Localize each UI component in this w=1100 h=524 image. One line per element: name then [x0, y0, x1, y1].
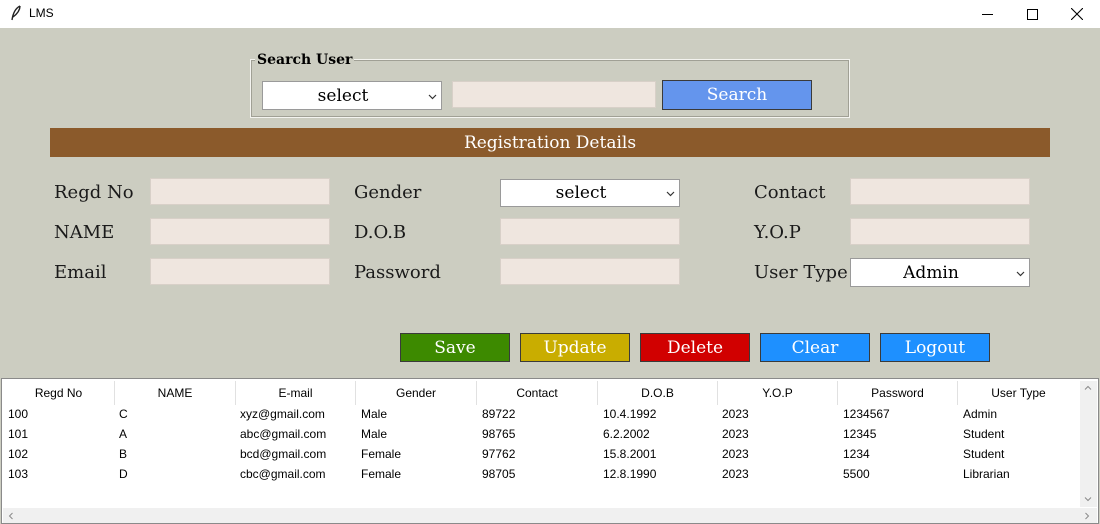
- cell-password: 1234567: [843, 407, 890, 421]
- gender-select[interactable]: select: [500, 179, 680, 207]
- cell-email: bcd@gmail.com: [240, 447, 327, 461]
- save-button[interactable]: Save: [400, 333, 510, 362]
- update-button[interactable]: Update: [520, 333, 630, 362]
- search-button[interactable]: Search: [662, 80, 812, 110]
- title-bar: LMS: [0, 0, 1100, 28]
- feather-icon: [11, 5, 21, 21]
- cell-gender: Female: [361, 467, 402, 481]
- yop-label: Y.O.P: [754, 222, 801, 243]
- user-type-value: Admin: [903, 262, 959, 283]
- chevron-down-icon: [1016, 271, 1025, 276]
- cell-user-type: Student: [963, 427, 1005, 441]
- cell-gender: Female: [361, 447, 402, 461]
- clear-button[interactable]: Clear: [760, 333, 870, 362]
- cell-dob: 12.8.1990: [603, 467, 657, 481]
- minimize-button[interactable]: [964, 0, 1010, 28]
- close-icon: [1071, 8, 1083, 20]
- table-row[interactable]: 103 D cbc@gmail.com Female 98705 12.8.19…: [3, 465, 1079, 485]
- cell-name: D: [119, 467, 128, 481]
- close-button[interactable]: [1054, 0, 1100, 28]
- column-header-contact[interactable]: Contact: [477, 381, 598, 405]
- user-type-label: User Type: [754, 262, 848, 283]
- gender-label: Gender: [354, 182, 422, 203]
- column-header-user-type[interactable]: User Type: [958, 381, 1079, 405]
- cell-gender: Male: [361, 407, 388, 421]
- user-type-select[interactable]: Admin: [850, 258, 1030, 287]
- column-header-regd-no[interactable]: Regd No: [3, 381, 115, 405]
- cell-contact: 98765: [482, 427, 516, 441]
- contact-input[interactable]: [850, 178, 1030, 205]
- search-query-input[interactable]: [452, 81, 656, 108]
- cell-contact: 89722: [482, 407, 516, 421]
- cell-dob: 15.8.2001: [603, 447, 657, 461]
- cell-user-type: Student: [963, 447, 1005, 461]
- cell-regd-no: 103: [8, 467, 29, 481]
- scroll-right-icon[interactable]: [1083, 512, 1091, 520]
- cell-gender: Male: [361, 427, 388, 441]
- column-header-name[interactable]: NAME: [115, 381, 236, 405]
- chevron-down-icon: [428, 94, 437, 99]
- cell-password: 12345: [843, 427, 877, 441]
- registration-details-header: Registration Details: [50, 128, 1050, 157]
- cell-name: A: [119, 427, 128, 441]
- delete-button[interactable]: Delete: [640, 333, 750, 362]
- cell-password: 5500: [843, 467, 870, 481]
- scroll-down-icon[interactable]: [1084, 495, 1092, 503]
- cell-yop: 2023: [722, 407, 749, 421]
- column-header-password[interactable]: Password: [838, 381, 958, 405]
- cell-name: C: [119, 407, 128, 421]
- table-row[interactable]: 101 A abc@gmail.com Male 98765 6.2.2002 …: [3, 425, 1079, 445]
- password-input[interactable]: [500, 258, 680, 285]
- search-field-select[interactable]: select: [262, 81, 442, 110]
- logout-button[interactable]: Logout: [880, 333, 990, 362]
- yop-input[interactable]: [850, 218, 1030, 245]
- name-label: NAME: [54, 222, 115, 243]
- cell-regd-no: 100: [8, 407, 29, 421]
- window-title: LMS: [29, 6, 54, 20]
- column-header-gender[interactable]: Gender: [356, 381, 477, 405]
- email-input[interactable]: [150, 258, 330, 285]
- scroll-up-icon[interactable]: [1084, 384, 1092, 392]
- cell-user-type: Librarian: [963, 467, 1010, 481]
- maximize-icon: [1026, 8, 1038, 20]
- column-header-dob[interactable]: D.O.B: [598, 381, 718, 405]
- cell-email: abc@gmail.com: [240, 427, 327, 441]
- cell-yop: 2023: [722, 427, 749, 441]
- name-input[interactable]: [150, 218, 330, 245]
- maximize-button[interactable]: [1009, 0, 1055, 28]
- table-row[interactable]: 100 C xyz@gmail.com Male 89722 10.4.1992…: [3, 405, 1079, 425]
- cell-dob: 6.2.2002: [603, 427, 650, 441]
- gender-value: select: [555, 183, 607, 203]
- horizontal-scrollbar[interactable]: [3, 508, 1097, 523]
- scroll-left-icon[interactable]: [7, 512, 15, 520]
- cell-contact: 98705: [482, 467, 516, 481]
- column-header-yop[interactable]: Y.O.P: [718, 381, 838, 405]
- vertical-scrollbar[interactable]: [1080, 381, 1097, 507]
- search-field-value: select: [317, 85, 369, 106]
- chevron-down-icon: [666, 191, 675, 197]
- table-row[interactable]: 102 B bcd@gmail.com Female 97762 15.8.20…: [3, 445, 1079, 465]
- cell-regd-no: 101: [8, 427, 29, 441]
- cell-email: xyz@gmail.com: [240, 407, 325, 421]
- cell-contact: 97762: [482, 447, 516, 461]
- column-header-email[interactable]: E-mail: [236, 381, 356, 405]
- regd-no-input[interactable]: [150, 178, 330, 205]
- cell-dob: 10.4.1992: [603, 407, 657, 421]
- minimize-icon: [981, 13, 993, 15]
- cell-name: B: [119, 447, 128, 461]
- cell-regd-no: 102: [8, 447, 29, 461]
- search-user-legend: Search User: [255, 52, 355, 68]
- dob-label: D.O.B: [354, 222, 407, 243]
- cell-yop: 2023: [722, 447, 749, 461]
- password-label: Password: [354, 262, 441, 283]
- table-header: Regd No NAME E-mail Gender Contact D.O.B…: [3, 381, 1079, 405]
- dob-input[interactable]: [500, 218, 680, 245]
- cell-user-type: Admin: [963, 407, 998, 421]
- email-label: Email: [54, 262, 107, 283]
- cell-email: cbc@gmail.com: [240, 467, 326, 481]
- cell-yop: 2023: [722, 467, 749, 481]
- regd-no-label: Regd No: [54, 182, 134, 203]
- contact-label: Contact: [754, 182, 826, 203]
- cell-password: 1234: [843, 447, 870, 461]
